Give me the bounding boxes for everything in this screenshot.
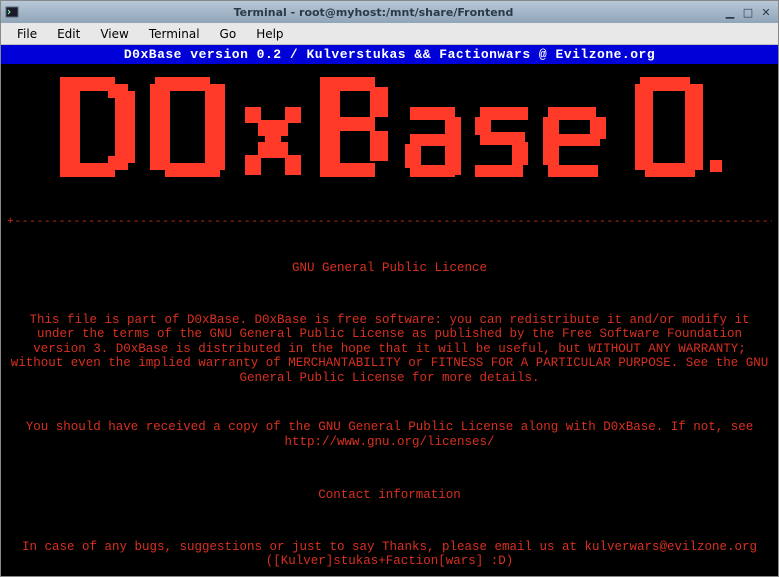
menu-view[interactable]: View — [90, 25, 138, 43]
terminal-area[interactable]: D0xBase version 0.2 / Kulverstukas && Fa… — [1, 45, 778, 576]
license-body2: You should have received a copy of the G… — [7, 420, 772, 449]
contact-heading: Contact information — [7, 488, 772, 503]
menu-edit[interactable]: Edit — [47, 25, 90, 43]
window-title: Terminal - root@myhost:/mnt/share/Fronte… — [25, 6, 722, 19]
terminal-icon — [5, 5, 19, 19]
ascii-banner — [1, 64, 778, 186]
menu-file[interactable]: File — [7, 25, 47, 43]
menubar: File Edit View Terminal Go Help — [1, 23, 778, 45]
maximize-button[interactable]: □ — [740, 5, 756, 19]
contact-body: In case of any bugs, suggestions or just… — [7, 540, 772, 569]
app-header-bar: D0xBase version 0.2 / Kulverstukas && Fa… — [1, 45, 778, 64]
menu-help[interactable]: Help — [246, 25, 293, 43]
app-window: Terminal - root@myhost:/mnt/share/Fronte… — [0, 0, 779, 577]
menu-terminal[interactable]: Terminal — [139, 25, 210, 43]
close-button[interactable]: ✕ — [758, 5, 774, 19]
window-controls: ▁ □ ✕ — [722, 5, 774, 19]
minimize-button[interactable]: ▁ — [722, 5, 738, 19]
divider-top: +---------------------------------------… — [7, 215, 772, 228]
content-area: +---------------------------------------… — [1, 186, 778, 576]
license-body: This file is part of D0xBase. D0xBase is… — [7, 313, 772, 386]
license-heading: GNU General Public Licence — [7, 261, 772, 276]
titlebar[interactable]: Terminal - root@myhost:/mnt/share/Fronte… — [1, 1, 778, 23]
menu-go[interactable]: Go — [210, 25, 247, 43]
